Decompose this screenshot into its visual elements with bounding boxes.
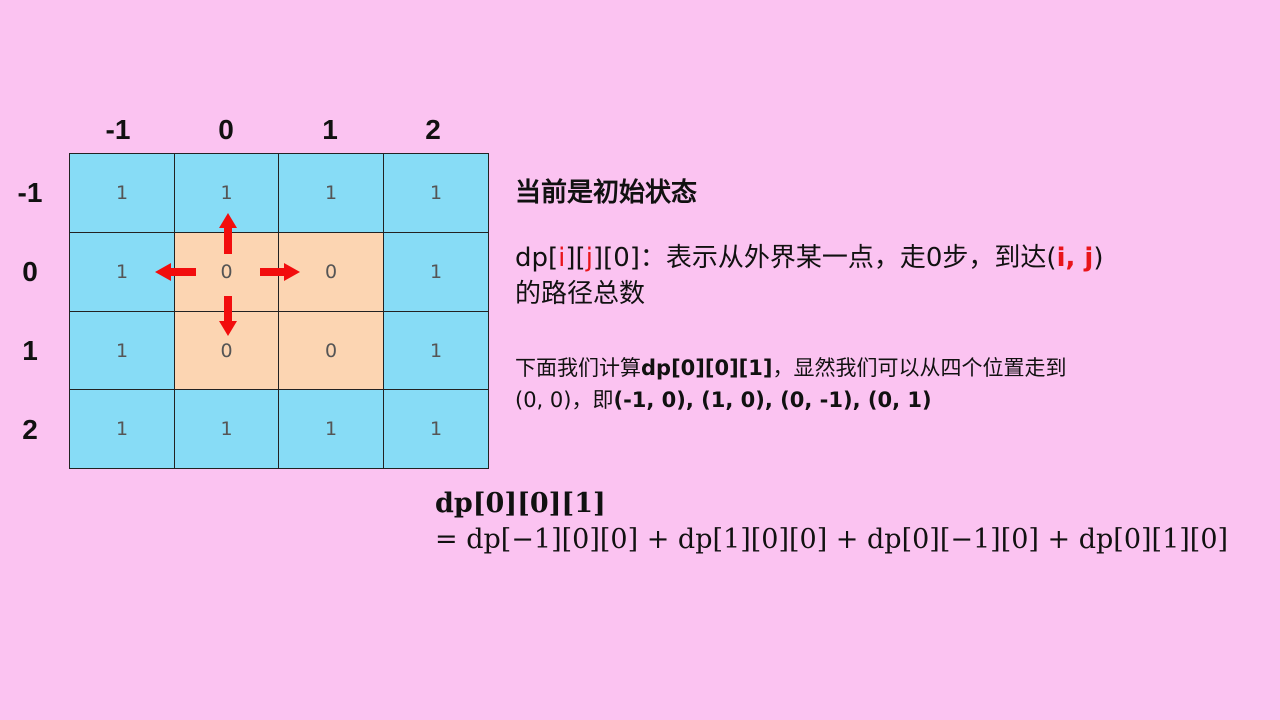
column-label: -1 <box>105 114 131 145</box>
index-ij: i, j <box>1056 243 1094 273</box>
state-title: 当前是初始状态 <box>515 178 698 208</box>
definition-line2: 的路径总数 <box>515 279 646 309</box>
calc-target: dp[0][0][1] <box>641 356 773 380</box>
grid-cell: 0 <box>279 312 384 390</box>
formula-rhs: = dp[−1][0][0] + dp[1][0][0] + dp[0][−1]… <box>435 524 1229 555</box>
grid-cell: 1 <box>279 154 384 233</box>
column-label: 1 <box>322 114 338 145</box>
row-label: 0 <box>22 256 38 287</box>
column-label: 2 <box>425 114 441 145</box>
grid-cell: 0 <box>175 233 279 312</box>
definition-mid1: ][ <box>565 243 586 273</box>
grid-cell: 1 <box>175 390 279 469</box>
row-label: 2 <box>22 414 38 445</box>
row-label: 1 <box>22 335 38 366</box>
grid-cell: 1 <box>384 154 489 233</box>
calc-positions: (-1, 0), (1, 0), (0, -1), (0, 1) <box>613 388 932 412</box>
dp-grid: 1 1 1 1 1 0 0 1 1 0 0 1 1 1 1 1 <box>69 153 489 469</box>
calc-part3: (0, 0)，即 <box>515 388 614 412</box>
recurrence-formula: dp[0][0][1] = dp[−1][0][0] + dp[1][0][0]… <box>435 486 1228 558</box>
calc-description: 下面我们计算dp[0][0][1]，显然我们可以从四个位置走到 (0, 0)，即… <box>515 352 1235 416</box>
grid-cell: 1 <box>70 312 175 390</box>
grid-cell: 1 <box>70 154 175 233</box>
definition-suffix: ) <box>1093 243 1104 273</box>
row-label: -1 <box>17 177 43 208</box>
calc-part2: ，显然我们可以从四个位置走到 <box>772 356 1067 380</box>
grid-cell: 1 <box>384 390 489 469</box>
calc-part1: 下面我们计算 <box>515 356 641 380</box>
grid-cell: 1 <box>175 154 279 233</box>
grid-cell: 0 <box>175 312 279 390</box>
definition-text: dp[i][j][0]：表示从外界某一点，走0步，到达(i, j) 的路径总数 <box>515 240 1235 312</box>
definition-prefix: dp[ <box>515 243 559 273</box>
index-j: j <box>585 243 593 273</box>
column-label: 0 <box>218 114 234 145</box>
grid-cell: 1 <box>384 233 489 312</box>
grid-cell: 1 <box>70 233 175 312</box>
grid-cell: 1 <box>279 390 384 469</box>
grid-cell: 1 <box>70 390 175 469</box>
definition-mid2: ][0]：表示从外界某一点，走0步，到达( <box>592 243 1057 273</box>
grid-cell: 1 <box>384 312 489 390</box>
grid-cell: 0 <box>279 233 384 312</box>
formula-lhs: dp[0][0][1] <box>435 488 606 519</box>
